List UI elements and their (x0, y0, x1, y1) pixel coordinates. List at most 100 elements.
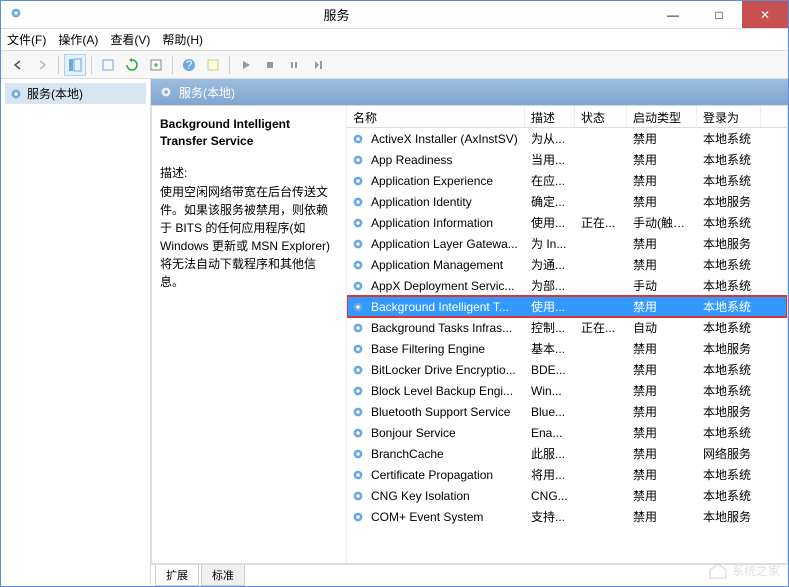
service-row[interactable]: Base Filtering Engine基本...禁用本地服务 (347, 338, 787, 359)
column-name[interactable]: 名称 (347, 106, 525, 127)
service-name: Bonjour Service (365, 426, 525, 440)
list-rows[interactable]: ActiveX Installer (AxInstSV)为从...禁用本地系统A… (347, 128, 787, 563)
service-row[interactable]: Application Management为通...禁用本地系统 (347, 254, 787, 275)
service-logon: 本地系统 (697, 130, 761, 147)
service-row[interactable]: Background Intelligent T...使用...禁用本地系统 (347, 296, 787, 317)
back-button[interactable] (7, 54, 29, 76)
service-row[interactable]: Certificate Propagation将用...禁用本地系统 (347, 464, 787, 485)
column-status[interactable]: 状态 (575, 106, 627, 127)
window-title: 服务 (23, 5, 650, 24)
close-button[interactable]: ✕ (742, 1, 788, 28)
gear-icon (351, 447, 365, 461)
service-start: 禁用 (627, 172, 697, 189)
gear-icon (351, 342, 365, 356)
gear-icon (351, 426, 365, 440)
forward-button[interactable] (31, 54, 53, 76)
service-desc: 确定... (525, 193, 575, 210)
service-start: 自动 (627, 319, 697, 336)
gear-icon (351, 510, 365, 524)
service-desc: 基本... (525, 340, 575, 357)
service-name: Application Experience (365, 174, 525, 188)
service-desc: Win... (525, 384, 575, 398)
service-desc: 此服... (525, 445, 575, 462)
menu-action[interactable]: 操作(A) (58, 31, 98, 48)
service-start: 手动 (627, 277, 697, 294)
service-row[interactable]: BranchCache此服... 禁用网络服务 (347, 443, 787, 464)
service-row[interactable]: Bonjour ServiceEna...禁用本地系统 (347, 422, 787, 443)
start-service-button[interactable] (235, 54, 257, 76)
service-desc: 在应... (525, 172, 575, 189)
refresh-button[interactable] (121, 54, 143, 76)
service-desc: 当用... (525, 151, 575, 168)
panel-title: 服务(本地) (179, 84, 235, 101)
export-button[interactable] (145, 54, 167, 76)
menu-view[interactable]: 查看(V) (110, 31, 150, 48)
service-logon: 本地系统 (697, 214, 761, 231)
service-row[interactable]: Application Identity确定...禁用本地服务 (347, 191, 787, 212)
gear-icon (351, 489, 365, 503)
service-row[interactable]: Application Layer Gatewa...为 In...禁用本地服务 (347, 233, 787, 254)
service-row[interactable]: CNG Key IsolationCNG...禁用本地系统 (347, 485, 787, 506)
service-name: Application Identity (365, 195, 525, 209)
detail-panel: Background Intelligent Transfer Service … (152, 106, 347, 563)
service-row[interactable]: COM+ Event System支持...禁用本地服务 (347, 506, 787, 527)
selected-service-description: 使用空闲网络带宽在后台传送文件。如果该服务被禁用，则依赖于 BITS 的任何应用… (160, 183, 338, 291)
service-desc: 为 In... (525, 235, 575, 252)
service-desc: 为从... (525, 130, 575, 147)
service-start: 禁用 (627, 235, 697, 252)
gear-icon (351, 363, 365, 377)
service-row[interactable]: ActiveX Installer (AxInstSV)为从...禁用本地系统 (347, 128, 787, 149)
help-button[interactable]: ? (178, 54, 200, 76)
pause-service-button[interactable] (283, 54, 305, 76)
service-logon: 本地系统 (697, 424, 761, 441)
service-status: 正在... (575, 214, 627, 231)
service-name: Application Information (365, 216, 525, 230)
service-start: 禁用 (627, 445, 697, 462)
service-row[interactable]: Application Information使用...正在...手动(触发..… (347, 212, 787, 233)
service-name: Block Level Backup Engi... (365, 384, 525, 398)
service-row[interactable]: Bluetooth Support ServiceBlue...禁用本地服务 (347, 401, 787, 422)
service-logon: 网络服务 (697, 445, 761, 462)
service-logon: 本地系统 (697, 277, 761, 294)
service-row[interactable]: AppX Deployment Servic...为部... 手动本地系统 (347, 275, 787, 296)
column-start[interactable]: 启动类型 (627, 106, 697, 127)
service-logon: 本地服务 (697, 403, 761, 420)
service-start: 禁用 (627, 466, 697, 483)
menu-file[interactable]: 文件(F) (7, 31, 46, 48)
column-desc[interactable]: 描述 (525, 106, 575, 127)
view-tabs: 扩展 标准 (151, 564, 788, 586)
service-start: 禁用 (627, 256, 697, 273)
column-logon[interactable]: 登录为 (697, 106, 761, 127)
service-row[interactable]: BitLocker Drive Encryptio...BDE...禁用本地系统 (347, 359, 787, 380)
stop-service-button[interactable] (259, 54, 281, 76)
service-row[interactable]: Background Tasks Infras...控制...正在...自动本地… (347, 317, 787, 338)
service-row[interactable]: Block Level Backup Engi...Win...禁用本地系统 (347, 380, 787, 401)
service-start: 手动(触发... (627, 214, 697, 231)
service-name: Application Layer Gatewa... (365, 237, 525, 251)
service-row[interactable]: App Readiness当用...禁用本地系统 (347, 149, 787, 170)
gear-icon (351, 384, 365, 398)
tree-item-services[interactable]: 服务(本地) (5, 83, 146, 104)
show-tree-button[interactable] (64, 54, 86, 76)
service-desc: 为部... (525, 277, 575, 294)
app-icon (9, 6, 23, 23)
maximize-button[interactable]: □ (696, 1, 742, 28)
action-button[interactable] (202, 54, 224, 76)
menu-help[interactable]: 帮助(H) (162, 31, 203, 48)
service-desc: CNG... (525, 489, 575, 503)
service-name: Background Tasks Infras... (365, 321, 525, 335)
tab-extended[interactable]: 扩展 (155, 565, 199, 586)
restart-service-button[interactable] (307, 54, 329, 76)
service-row[interactable]: Application Experience在应...禁用本地系统 (347, 170, 787, 191)
service-name: AppX Deployment Servic... (365, 279, 525, 293)
service-start: 禁用 (627, 508, 697, 525)
service-name: App Readiness (365, 153, 525, 167)
tab-standard[interactable]: 标准 (201, 565, 245, 586)
minimize-button[interactable]: — (650, 1, 696, 28)
menubar: 文件(F) 操作(A) 查看(V) 帮助(H) (1, 29, 788, 51)
properties-button[interactable] (97, 54, 119, 76)
service-logon: 本地系统 (697, 319, 761, 336)
service-name: BranchCache (365, 447, 525, 461)
service-logon: 本地系统 (697, 256, 761, 273)
services-list: 名称 描述 状态 启动类型 登录为 ActiveX Installer (AxI… (347, 106, 787, 563)
